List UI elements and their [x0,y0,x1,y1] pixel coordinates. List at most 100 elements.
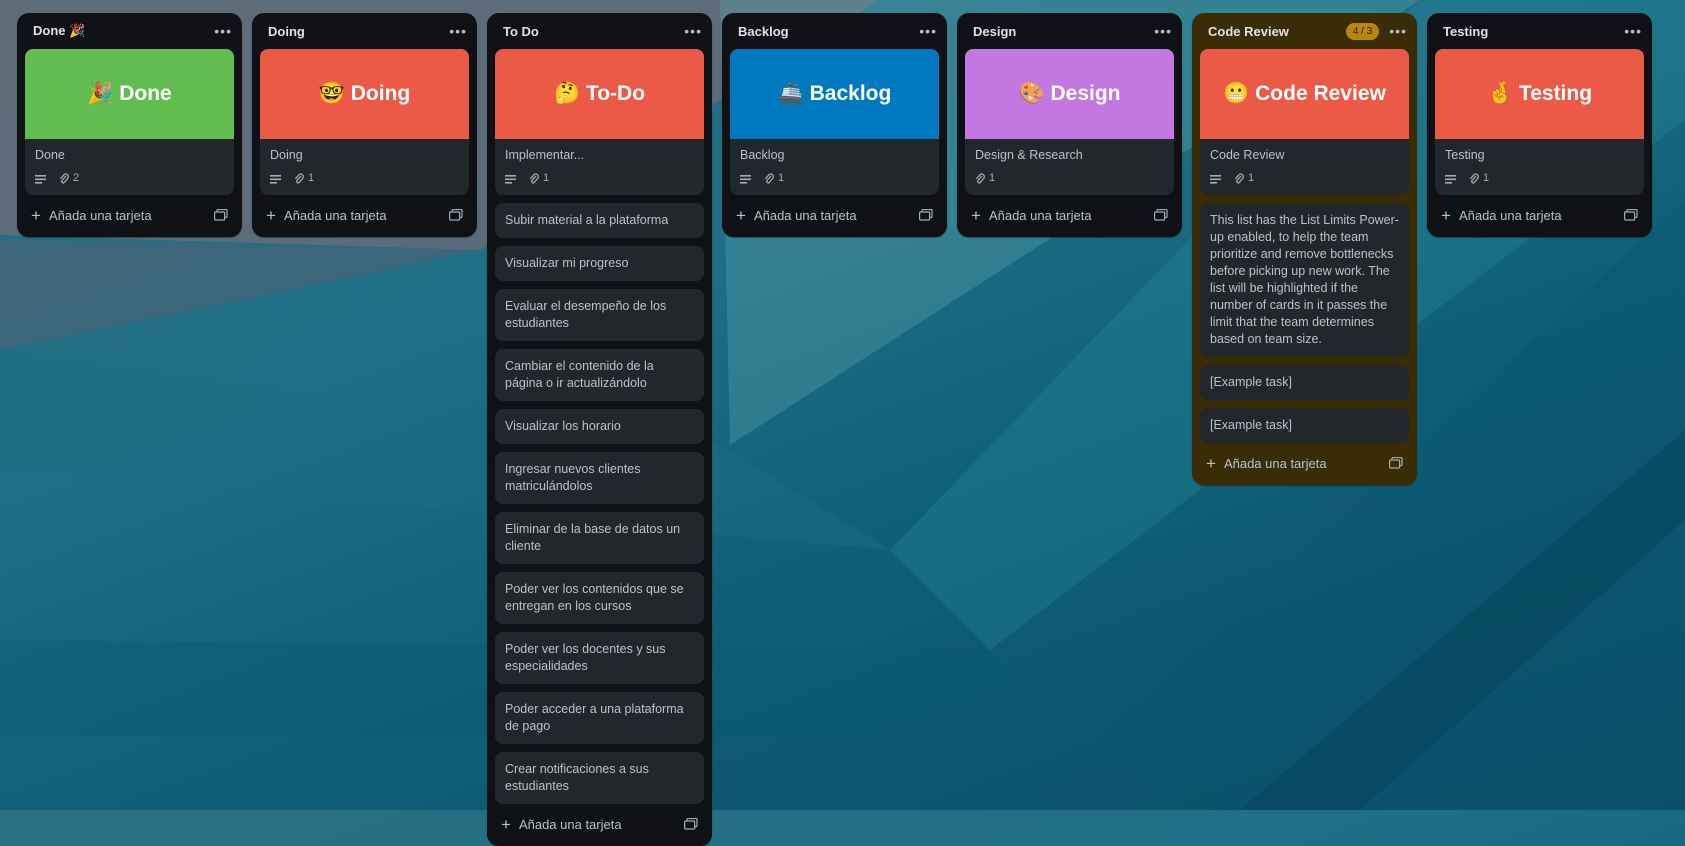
card[interactable]: 🤓 Doing Doing 1 [260,49,469,195]
add-card-label: Añada una tarjeta [518,816,622,832]
list-limit-badge: 4 / 3 [1345,22,1380,40]
attachment-count: 1 [778,172,785,184]
card[interactable]: This list has the List Limits Power-up e… [1200,203,1409,357]
card-title: Design & Research [975,148,1083,162]
more-dots-icon[interactable]: ••• [684,23,702,39]
card[interactable]: 🎨 Design Design & Research 1 [965,49,1174,195]
board: Done 🎉 ••• 🎉 Done Done 2 + Añada una tarj… [17,13,1652,846]
card[interactable]: 😬 Code Review Code Review 1 [1200,49,1409,195]
attachment-count: 1 [989,172,996,184]
attachment-count: 1 [1483,172,1490,184]
card[interactable]: Cambiar el contenido de la página o ir a… [495,349,704,401]
add-card-button[interactable]: + Añada una tarjeta [1206,455,1327,472]
paperclip-icon [529,172,539,183]
add-card-button[interactable]: + Añada una tarjeta [31,207,152,224]
list-title[interactable]: Doing [268,24,305,39]
card[interactable]: Eliminar de la base de datos un cliente [495,512,704,564]
list-todo: To Do ••• 🤔 To-Do Implementar... 1 Subir… [487,13,712,846]
card-title: Testing [1445,148,1485,162]
list-title[interactable]: To Do [503,24,539,39]
list-title[interactable]: Design [973,24,1016,39]
card[interactable]: Visualizar mi progreso [495,246,704,281]
more-dots-icon[interactable]: ••• [214,23,232,39]
card-title: Code Review [1210,148,1285,162]
plus-icon: + [266,205,276,225]
add-card-button[interactable]: + Añada una tarjeta [501,816,622,833]
plus-icon: + [1206,453,1216,473]
card-cover: 🚢 Backlog [730,49,939,139]
more-dots-icon[interactable]: ••• [449,23,467,39]
card-cover: 🎨 Design [965,49,1174,139]
attachment-badge: 1 [764,170,784,187]
attachment-badge: 1 [1469,170,1489,187]
list-title[interactable]: Done 🎉 [33,23,85,39]
card-title: Implementar... [505,148,585,162]
attachment-badge: 1 [975,170,995,187]
description-icon [35,174,47,184]
add-card-button[interactable]: + Añada una tarjeta [736,207,857,224]
list-header: Done 🎉 ••• [17,13,242,49]
more-dots-icon[interactable]: ••• [1154,23,1172,39]
paperclip-icon [1469,172,1479,183]
list-design: Design ••• 🎨 Design Design & Research 1 … [957,13,1182,237]
card-cover: 😬 Code Review [1200,49,1409,139]
card[interactable]: Evaluar el desempeño de los estudiantes [495,289,704,341]
description-icon [505,174,517,184]
list-testing: Testing ••• 🤞 Testing Testing 1 + Añada u… [1427,13,1652,237]
add-card-label: Añada una tarjeta [1223,455,1327,471]
card-title: Doing [270,148,303,162]
plus-icon: + [736,205,746,225]
card[interactable]: Ingresar nuevos clientes matriculándolos [495,452,704,504]
list-backlog: Backlog ••• 🚢 Backlog Backlog 1 + Añada u… [722,13,947,237]
card[interactable]: [Example task] [1200,408,1409,443]
card[interactable]: Poder ver los contenidos que se entregan… [495,572,704,624]
list-title[interactable]: Code Review [1208,24,1289,39]
card[interactable]: Visualizar los horario [495,409,704,444]
more-dots-icon[interactable]: ••• [919,23,937,39]
card[interactable]: 🎉 Done Done 2 [25,49,234,195]
plus-icon: + [1441,205,1451,225]
card[interactable]: 🤔 To-Do Implementar... 1 [495,49,704,195]
add-card-button[interactable]: + Añada una tarjeta [971,207,1092,224]
attachment-count: 1 [1248,172,1255,184]
card-template-icon[interactable] [684,818,698,830]
attachment-badge: 1 [529,170,549,187]
card[interactable]: 🚢 Backlog Backlog 1 [730,49,939,195]
add-card-label: Añada una tarjeta [1458,207,1562,223]
card-template-icon[interactable] [919,209,933,221]
card-template-icon[interactable] [449,209,463,221]
list-title[interactable]: Backlog [738,24,789,39]
more-dots-icon[interactable]: ••• [1624,23,1642,39]
plus-icon: + [31,205,41,225]
card-cover: 🤓 Doing [260,49,469,139]
paperclip-icon [294,172,304,183]
list-title[interactable]: Testing [1443,24,1488,39]
card-cover: 🤞 Testing [1435,49,1644,139]
add-card-label: Añada una tarjeta [48,207,152,223]
description-icon [1445,174,1457,184]
description-icon [1210,174,1222,184]
card[interactable]: Subir material a la plataforma [495,203,704,238]
add-card-label: Añada una tarjeta [988,207,1092,223]
attachment-count: 1 [543,172,550,184]
paperclip-icon [975,172,985,183]
add-card-button[interactable]: + Añada una tarjeta [1441,207,1562,224]
list-code-review: Code Review 4 / 3 ••• 😬 Code Review Code… [1192,13,1417,485]
card[interactable]: Crear notificaciones a sus estudiantes [495,752,704,804]
attachment-badge: 1 [1234,170,1254,187]
paperclip-icon [59,172,69,183]
more-dots-icon[interactable]: ••• [1389,23,1407,39]
card[interactable]: Poder acceder a una plataforma de pago [495,692,704,744]
add-card-button[interactable]: + Añada una tarjeta [266,207,387,224]
card-cover: 🤔 To-Do [495,49,704,139]
card[interactable]: [Example task] [1200,365,1409,400]
card[interactable]: 🤞 Testing Testing 1 [1435,49,1644,195]
card[interactable]: Poder ver los docentes y sus especialida… [495,632,704,684]
card-template-icon[interactable] [1154,209,1168,221]
card-template-icon[interactable] [1389,457,1403,469]
add-card-label: Añada una tarjeta [283,207,387,223]
list-done: Done 🎉 ••• 🎉 Done Done 2 + Añada una tarj… [17,13,242,237]
list-doing: Doing ••• 🤓 Doing Doing 1 + Añada una tar… [252,13,477,237]
card-template-icon[interactable] [1624,209,1638,221]
card-template-icon[interactable] [214,209,228,221]
